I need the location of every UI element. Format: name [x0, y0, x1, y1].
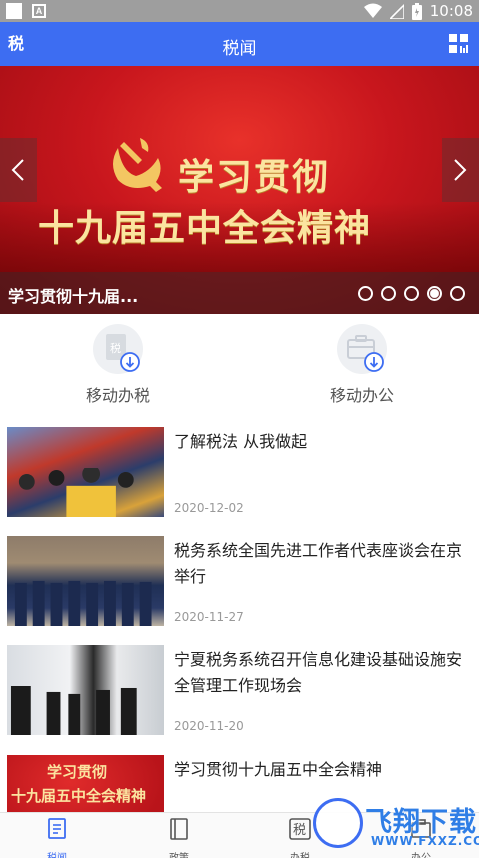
nav-label: 税闻 — [0, 849, 117, 858]
notification-a-icon: A — [32, 4, 46, 18]
carousel-dot[interactable] — [404, 286, 419, 301]
mobile-tax-label: 移动办税 — [85, 386, 150, 405]
banner-caption-bar: 学习贯彻十九届... — [0, 272, 479, 314]
thumb-headline-line1: 学习贯彻 — [47, 763, 108, 781]
tax-icon: 税 — [289, 818, 311, 840]
briefcase-download-icon — [337, 324, 387, 374]
battery-icon — [411, 2, 422, 20]
news-icon — [48, 818, 66, 839]
banner-headline-line1: 学习贯彻 — [178, 156, 331, 198]
apps-grid-icon[interactable] — [449, 34, 469, 54]
wifi-icon — [363, 3, 382, 18]
banner-prev-button[interactable] — [0, 138, 37, 202]
mobile-office-label: 移动办公 — [329, 386, 394, 405]
news-date: 2020-11-20 — [174, 719, 244, 733]
carousel-indicators — [358, 286, 465, 301]
thumb-headline-line2: 十九届五中全会精神 — [11, 787, 147, 805]
tax-download-icon: 税 — [93, 324, 143, 374]
news-thumbnail — [7, 645, 164, 735]
carousel-dot[interactable] — [450, 286, 465, 301]
watermark-url: WWW.FXXZ.COM — [371, 834, 479, 848]
news-list-item[interactable]: 税务系统全国先进工作者代表座谈会在京举行 2020-11-27 — [0, 536, 479, 644]
mobile-tax-button[interactable]: 税 移动办税 — [48, 324, 188, 410]
svg-text:税: 税 — [110, 341, 121, 355]
party-emblem-icon — [113, 138, 162, 192]
news-list-item[interactable]: 了解税法 从我做起 2020-12-02 — [0, 427, 479, 535]
banner-headline-line2: 十九届五中全会精神 — [38, 207, 372, 249]
watermark-logo-icon — [313, 798, 363, 848]
status-bar: A 10:08 — [0, 0, 479, 22]
site-watermark: 飞翔下载 WWW.FXXZ.COM — [313, 798, 479, 858]
news-date: 2020-12-02 — [174, 501, 244, 515]
nav-tab-news[interactable]: 税闻 — [0, 817, 117, 858]
news-thumbnail — [7, 536, 164, 626]
clock: 10:08 — [429, 2, 473, 20]
news-title: 税务系统全国先进工作者代表座谈会在京举行 — [174, 541, 463, 586]
signal-icon — [389, 3, 404, 19]
book-icon — [170, 818, 188, 840]
banner-carousel[interactable]: 学习贯彻 十九届五中全会精神 学习贯彻十九届... — [0, 66, 479, 314]
carousel-dot[interactable] — [381, 286, 396, 301]
news-title: 了解税法 从我做起 — [174, 432, 308, 451]
news-title: 宁夏税务系统召开信息化建设基础设施安全管理工作现场会 — [174, 650, 463, 695]
banner-caption: 学习贯彻十九届... — [8, 287, 139, 306]
news-title: 学习贯彻十九届五中全会精神 — [174, 760, 383, 779]
nav-tab-policy[interactable]: 政策 — [119, 817, 239, 858]
app-bar: 税 税闻 — [0, 22, 479, 66]
carousel-dot-active[interactable] — [427, 286, 442, 301]
svg-text:税: 税 — [293, 823, 306, 838]
banner-next-button[interactable] — [442, 138, 479, 202]
news-thumbnail — [7, 427, 164, 517]
notification-square-icon — [6, 3, 22, 19]
mobile-office-button[interactable]: 移动办公 — [292, 324, 432, 410]
nav-label: 政策 — [119, 849, 239, 858]
news-list-item[interactable]: 宁夏税务系统召开信息化建设基础设施安全管理工作现场会 2020-11-20 — [0, 645, 479, 753]
news-date: 2020-11-27 — [174, 610, 244, 624]
page-title: 税闻 — [222, 39, 257, 59]
chevron-right-icon — [454, 159, 467, 181]
carousel-dot[interactable] — [358, 286, 373, 301]
chevron-left-icon — [11, 159, 24, 181]
